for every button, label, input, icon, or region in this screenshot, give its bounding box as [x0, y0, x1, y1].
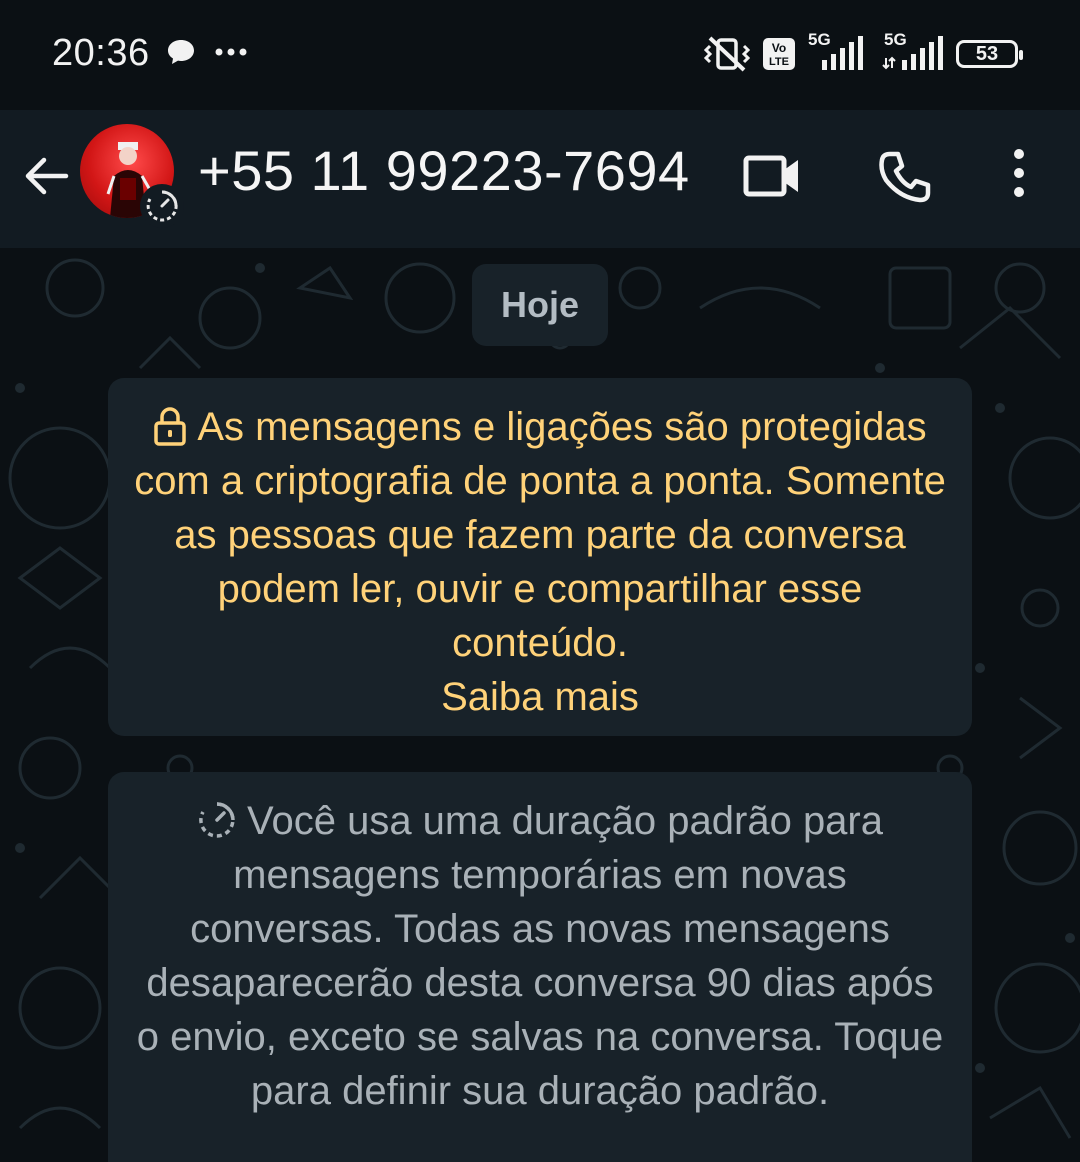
status-notification-icons [166, 38, 248, 66]
temporary-messages-notice[interactable]: Você usa uma duração padrão para mensage… [108, 772, 972, 1162]
svg-text:Vo: Vo [772, 41, 786, 55]
video-call-icon[interactable] [742, 150, 802, 202]
chat-area[interactable]: Hoje As mensagens e ligações são protegi… [0, 248, 1080, 1162]
more-dots-icon [215, 48, 247, 56]
chat-header: +55 11 99223-7694 [0, 110, 1080, 249]
volte-icon: Vo LTE [763, 38, 795, 70]
status-system-icons: Vo LTE 5G 5G 53 [704, 30, 1023, 74]
timer-icon [199, 802, 235, 838]
status-time: 20:36 [52, 32, 150, 74]
learn-more-link[interactable]: Saiba mais [134, 670, 946, 724]
chat-bubble-icon [168, 40, 194, 64]
phone-call-icon[interactable] [876, 150, 932, 206]
lock-icon [154, 407, 187, 446]
battery-indicator: 53 [956, 40, 1023, 68]
encryption-notice-text: As mensagens e ligações são protegidas c… [134, 405, 946, 665]
signal-bars-icon [822, 36, 863, 70]
status-bar: 20:36 Vo LTE 5G 5G 53 [0, 0, 1080, 110]
back-arrow-icon[interactable] [22, 152, 70, 200]
timer-icon [146, 190, 178, 222]
temporary-messages-text: Você usa uma duração padrão para mensage… [136, 799, 944, 1113]
encryption-notice[interactable]: As mensagens e ligações são protegidas c… [108, 378, 972, 736]
signal-sim1: 5G [808, 30, 870, 72]
more-options-icon[interactable] [1004, 148, 1034, 198]
contact-name[interactable]: +55 11 99223-7694 [198, 138, 690, 203]
signal-bars-icon [882, 36, 943, 70]
disappearing-timer-badge [140, 184, 184, 228]
battery-level: 53 [975, 42, 999, 65]
svg-text:LTE: LTE [769, 56, 789, 68]
vibrate-off-icon [704, 36, 750, 72]
signal-sim2: 5G [882, 30, 944, 72]
date-divider: Hoje [472, 264, 608, 346]
